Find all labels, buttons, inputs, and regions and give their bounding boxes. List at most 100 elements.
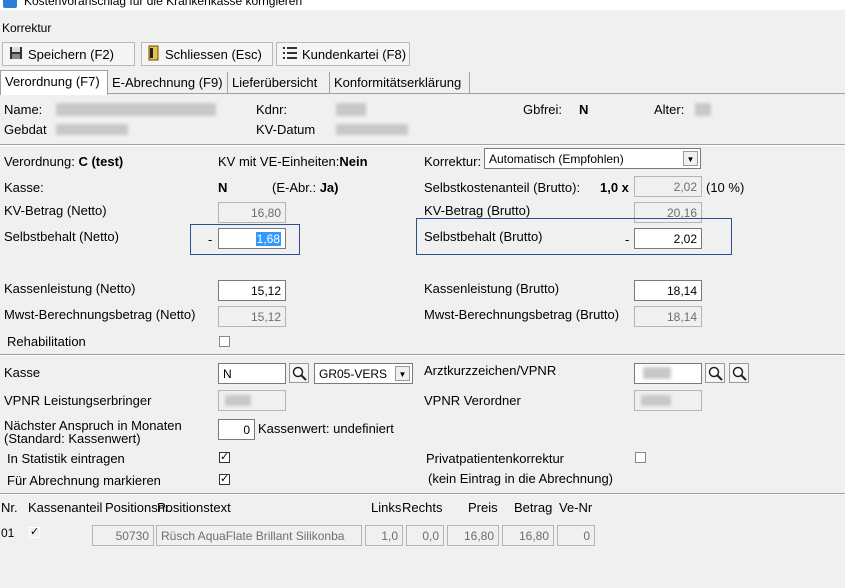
kv-ve-einheiten: KV mit VE-Einheiten:Nein [218, 154, 368, 169]
col-preis: Preis [468, 500, 498, 515]
gebdat-label: Gebdat [4, 122, 47, 137]
kv-betrag-netto-field[interactable]: 16,80 [218, 202, 286, 223]
row-rechts[interactable]: 0,0 [406, 525, 444, 546]
mwst-brutto-field[interactable]: 18,14 [634, 306, 702, 327]
kdnr-label: Kdnr: [256, 102, 288, 117]
col-betrag: Betrag [514, 500, 553, 515]
menu-korrektur[interactable]: Korrektur [2, 21, 51, 35]
abrechnung-label: Für Abrechnung markieren [7, 473, 161, 488]
e-abr: (E-Abr.: Ja) [272, 180, 339, 195]
arzt-redacted [643, 367, 671, 379]
naechster-anspruch-field[interactable]: 0 [218, 419, 255, 440]
chevron-down-icon[interactable]: ▼ [395, 366, 410, 381]
korrektur-select-value: Automatisch (Empfohlen) [489, 152, 624, 166]
floppy-disk-icon [9, 46, 23, 63]
tab-lieferuebersicht[interactable]: Lieferübersicht [228, 72, 330, 94]
kundenkartei-button[interactable]: Kundenkartei (F8) [276, 42, 410, 66]
mwst-netto-field[interactable]: 15,12 [218, 306, 286, 327]
selbstbehalt-netto-field[interactable]: 1,68 [218, 228, 286, 249]
statistik-checkbox[interactable]: ✓ [219, 452, 230, 463]
vpnr-verordner-field[interactable] [634, 390, 702, 411]
app-icon [3, 0, 17, 8]
divider [0, 144, 845, 146]
save-button-label: Speichern (F2) [28, 46, 114, 62]
verordnung-label-text: Verordnung: [4, 154, 75, 169]
row-positionstext[interactable]: Rüsch AquaFlate Brillant Silikonba [156, 525, 362, 546]
row-positionsnr[interactable]: 50730 [92, 525, 154, 546]
kasse-input[interactable]: N [218, 363, 286, 384]
col-nr: Nr. [1, 500, 18, 515]
arzt-search-button[interactable] [705, 363, 725, 383]
selbstbehalt-netto-label: Selbstbehalt (Netto) [4, 229, 119, 244]
kv-ve-value: Nein [339, 154, 368, 169]
kv-ve-label: KV mit VE-Einheiten: [218, 154, 340, 169]
selbstbehalt-brutto-minus: - [625, 232, 630, 247]
abrechnung-checkbox[interactable]: ✓ [219, 474, 230, 485]
row-ve-nr[interactable]: 0 [557, 525, 595, 546]
kundenkartei-button-label: Kundenkartei (F8) [302, 46, 407, 62]
korrektur-label: Korrektur: [424, 154, 482, 169]
kasse-value: N [218, 180, 228, 195]
privat-checkbox[interactable] [635, 452, 646, 463]
gbfrei-value: N [579, 102, 589, 117]
tab-verordnung[interactable]: Verordnung (F7) [0, 70, 108, 95]
divider [0, 493, 845, 495]
verordnung-label: Verordnung: C (test) [4, 154, 123, 169]
row-betrag[interactable]: 16,80 [502, 525, 554, 546]
col-rechts: Rechts [402, 500, 443, 515]
menu-bar: Korrektur [0, 18, 845, 38]
kdnr-redacted [336, 103, 366, 116]
vpnr-verordner-redacted [641, 395, 671, 406]
divider [0, 354, 845, 356]
mwst-brutto-label: Mwst-Berechnungsbetrag (Brutto) [424, 307, 620, 322]
save-button[interactable]: Speichern (F2) [2, 42, 135, 66]
selbstkostenanteil-label: Selbstkostenanteil (Brutto): [424, 180, 581, 195]
col-links: Links [371, 500, 402, 515]
row-nr: 01 [1, 526, 15, 540]
e-abr-value: Ja) [319, 180, 339, 195]
kasse-select[interactable]: GR05-VERS ▼ [314, 363, 413, 384]
kassenleistung-netto-field[interactable]: 15,12 [218, 280, 286, 301]
window-title: Kostenvoranschlag für die Krankenkasse k… [24, 0, 303, 8]
kv-datum-label: KV-Datum [256, 122, 316, 137]
chevron-down-icon[interactable]: ▼ [683, 151, 698, 166]
privat-note: (kein Eintrag in die Abrechnung) [428, 471, 614, 486]
selbstbehalt-brutto-field[interactable]: 2,02 [634, 228, 702, 249]
exit-door-icon [148, 45, 160, 64]
arzt-input[interactable] [634, 363, 702, 384]
tab-konformitaetserklaerung[interactable]: Konformitätserklärung [330, 72, 470, 94]
col-kassenanteil: Kassenanteil [28, 500, 103, 515]
col-positionstext: Positionstext [157, 500, 231, 515]
selbstkostenanteil-factor: 1,0 x [600, 180, 629, 195]
kasse-section-label: Kasse [4, 365, 41, 380]
arzt-search-button-2[interactable] [729, 363, 749, 383]
selbstbehalt-netto-value: 1,68 [255, 232, 281, 246]
name-redacted [56, 103, 216, 116]
alter-redacted [695, 103, 711, 116]
row-links[interactable]: 1,0 [365, 525, 403, 546]
gbfrei-label: Gbfrei: [523, 102, 563, 117]
title-bar: Kostenvoranschlag für die Krankenkasse k… [0, 0, 845, 10]
col-ve-nr: Ve-Nr [559, 500, 593, 515]
selbstkostenanteil-field[interactable]: 2,02 [634, 176, 702, 197]
tab-bar: Verordnung (F7) E-Abrechnung (F9) Liefer… [0, 70, 845, 95]
kassenleistung-brutto-field[interactable]: 18,14 [634, 280, 702, 301]
kasse-search-button[interactable] [289, 363, 309, 383]
vpnr-le-redacted [225, 395, 251, 406]
rehabilitation-checkbox[interactable] [219, 336, 230, 347]
kv-betrag-netto-label: KV-Betrag (Netto) [4, 203, 107, 218]
row-kassenanteil-checkbox[interactable]: ✓ [29, 527, 40, 538]
row-preis[interactable]: 16,80 [447, 525, 499, 546]
kasse-label: Kasse: [4, 180, 44, 195]
korrektur-select[interactable]: Automatisch (Empfohlen) ▼ [484, 148, 701, 169]
kassenleistung-netto-label: Kassenleistung (Netto) [4, 281, 136, 296]
vpnr-le-field[interactable] [218, 390, 286, 411]
privat-label: Privatpatientenkorrektur [426, 451, 565, 466]
close-button[interactable]: Schliessen (Esc) [141, 42, 273, 66]
toolbar: Speichern (F2) Schliessen (Esc) Kundenka… [0, 40, 845, 68]
kv-betrag-brutto-label: KV-Betrag (Brutto) [424, 203, 531, 218]
arzt-label: Arztkurzzeichen/VPNR [424, 363, 557, 378]
naechster-anspruch-label: Nächster Anspruch in Monaten (Standard: … [4, 419, 182, 445]
tab-e-abrechnung[interactable]: E-Abrechnung (F9) [108, 72, 228, 94]
selbstkostenanteil-pct: (10 %) [706, 180, 745, 195]
